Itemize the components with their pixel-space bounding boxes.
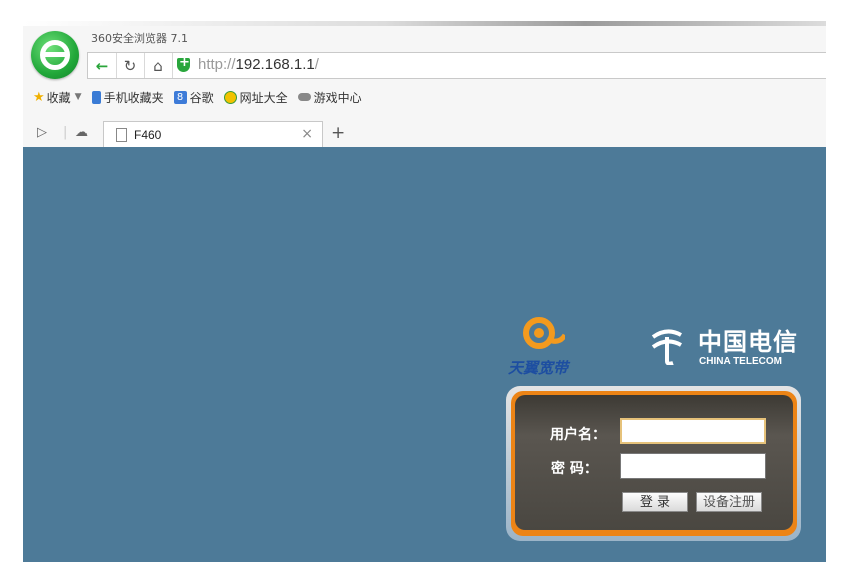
browser-window: 360安全浏览器 7.1 ← ↻ ⌂ http://192.168.1.1/ ★… (23, 21, 826, 562)
globe-icon (223, 90, 237, 104)
bookmark-label: 收藏 (46, 90, 71, 105)
tab-title: F460 (134, 128, 162, 142)
username-input[interactable] (620, 418, 766, 444)
back-button[interactable]: ← (88, 53, 117, 78)
bookmark-favorites[interactable]: ★ 收藏 ▼ (33, 89, 82, 106)
tab-divider: | (63, 125, 68, 140)
tab-bar: ▷ | ☁ F460 × + (23, 120, 826, 149)
bookmark-google[interactable]: 8 谷歌 (173, 89, 214, 106)
gamepad-icon (297, 93, 311, 101)
url-path: / (314, 56, 319, 73)
username-label: 用户名： (550, 427, 606, 443)
close-icon[interactable]: × (301, 126, 313, 142)
new-tab-button[interactable]: + (331, 123, 345, 143)
bookmark-label: 游戏中心 (313, 90, 362, 105)
phone-icon (91, 90, 101, 104)
device-register-button[interactable]: 设备注册 (696, 492, 762, 512)
china-telecom-logo-icon (651, 329, 682, 365)
bookmark-sites[interactable]: 网址大全 (223, 89, 288, 106)
url-host: 192.168.1.1 (235, 56, 315, 73)
document-icon (116, 128, 127, 142)
bookmark-mobile[interactable]: 手机收藏夹 (91, 89, 164, 106)
login-button[interactable]: 登 录 (622, 492, 688, 512)
sidebar-toggle-icon[interactable]: ▷ (37, 125, 47, 140)
cloud-icon[interactable]: ☁ (75, 125, 88, 140)
china-telecom-en-text: CHINA TELECOM (699, 356, 782, 367)
home-button[interactable]: ⌂ (144, 53, 173, 78)
china-telecom-cn-text: 中国电信 (698, 327, 798, 356)
google-icon: 8 (173, 90, 187, 104)
password-input[interactable] (620, 453, 766, 479)
reload-icon: ↻ (123, 56, 137, 75)
window-title: 360安全浏览器 7.1 (91, 32, 188, 45)
bookmark-label: 谷歌 (189, 90, 214, 105)
tab-f460[interactable]: F460 × (103, 121, 323, 148)
arrow-left-icon: ← (95, 56, 109, 75)
address-bar: ← ↻ ⌂ http://192.168.1.1/ (87, 52, 826, 79)
home-icon: ⌂ (153, 56, 163, 75)
router-login-page: 天翼宽带 中国电信 CHINA TELECOM 用户名： 密 码： 登 录 设备… (23, 147, 826, 562)
tianyi-logo-icon (523, 317, 565, 349)
url-protocol: http:// (198, 56, 236, 73)
tianyi-broadband-text: 天翼宽带 (508, 359, 569, 377)
browser-logo-icon (31, 31, 79, 79)
chevron-down-icon[interactable]: ▼ (75, 92, 82, 102)
bookmark-label: 手机收藏夹 (103, 90, 164, 105)
url-input[interactable]: http://192.168.1.1/ (198, 56, 319, 73)
reload-button[interactable]: ↻ (116, 53, 145, 78)
star-icon: ★ (33, 89, 45, 105)
password-label: 密 码： (551, 461, 598, 477)
security-shield-icon[interactable] (177, 55, 190, 72)
bookmarks-bar: ★ 收藏 ▼ 手机收藏夹 8 谷歌 网址大全 游戏中心 (33, 88, 372, 106)
bookmark-label: 网址大全 (239, 90, 288, 105)
bookmark-games[interactable]: 游戏中心 (297, 89, 362, 106)
browser-chrome: 360安全浏览器 7.1 ← ↻ ⌂ http://192.168.1.1/ ★… (23, 26, 826, 149)
